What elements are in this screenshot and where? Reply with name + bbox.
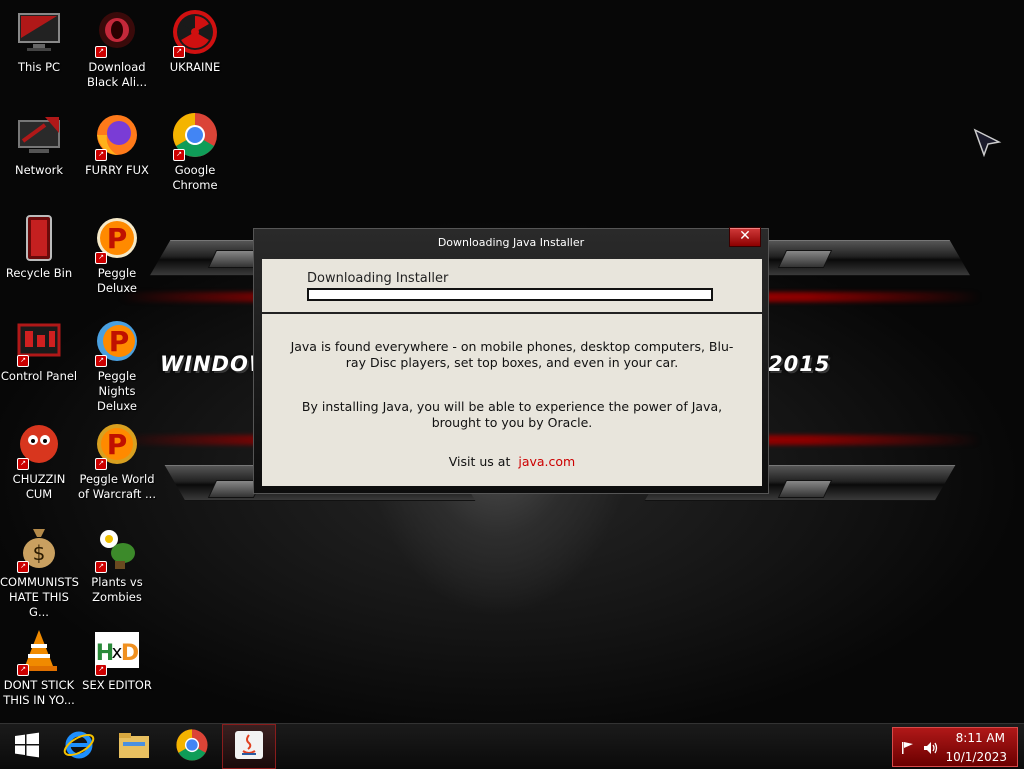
desktop-icon-this-pc[interactable]: This PC — [0, 8, 78, 75]
peggle-icon: P ↗ — [93, 214, 141, 264]
wallpaper-slot — [777, 250, 833, 268]
svg-text:P: P — [109, 325, 130, 358]
desktop-icon-network[interactable]: Network — [0, 111, 78, 178]
peggle-nights-icon: P ↗ — [93, 317, 141, 367]
download-progress-bar — [307, 288, 713, 301]
plants-vs-zombies-icon: ↗ — [93, 523, 141, 573]
svg-text:D: D — [121, 641, 139, 666]
shortcut-arrow-icon: ↗ — [95, 149, 107, 161]
mouse-cursor-icon — [972, 127, 1002, 158]
desktop: WINDOWS 8 2015 This PC Network Recycle B… — [0, 0, 1024, 723]
desktop-icon-chuzzle[interactable]: ↗ CHUZZIN CUM — [0, 420, 78, 502]
desktop-icon-peggle-nights[interactable]: P ↗ Peggle Nights Deluxe — [78, 317, 156, 414]
icon-label: Peggle Nights Deluxe — [97, 369, 137, 413]
speaker-icon[interactable] — [923, 740, 939, 759]
desktop-icon-recycle-bin[interactable]: Recycle Bin — [0, 214, 78, 281]
shortcut-arrow-icon: ↗ — [95, 355, 107, 367]
shortcut-arrow-icon: ↗ — [95, 561, 107, 573]
desktop-icon-communists[interactable]: $ ↗ COMMUNISTS HATE THIS G... — [0, 523, 79, 620]
taskbar: 8:11 AM 10/1/2023 — [0, 723, 1024, 769]
desktop-icon-firefox[interactable]: ↗ FURRY FUX — [78, 111, 156, 178]
desktop-icon-peggle-wow[interactable]: P ↗ Peggle World of Warcraft ... — [78, 420, 156, 502]
icon-label: Peggle Deluxe — [97, 266, 137, 295]
desktop-icon-hxd[interactable]: HxD ↗ SEX EDITOR — [78, 626, 156, 693]
svg-text:P: P — [107, 222, 128, 255]
vlc-icon: ↗ — [15, 626, 63, 676]
alien-download-icon: ↗ — [93, 8, 141, 58]
dialog-divider — [262, 312, 762, 314]
desktop-icon-download-black-alien[interactable]: ↗ Download Black Ali... — [78, 8, 156, 90]
icon-label: SEX EDITOR — [82, 678, 152, 692]
chuzzle-icon: ↗ — [15, 420, 63, 470]
desktop-icon-peggle-deluxe[interactable]: P ↗ Peggle Deluxe — [78, 214, 156, 296]
shortcut-arrow-icon: ↗ — [95, 664, 107, 676]
desktop-icon-vlc[interactable]: ↗ DONT STICK THIS IN YO... — [0, 626, 78, 708]
shortcut-arrow-icon: ↗ — [17, 355, 29, 367]
folder-icon — [117, 728, 151, 766]
desktop-icon-ukraine[interactable]: ↗ UKRAINE — [156, 8, 234, 75]
taskbar-internet-explorer[interactable] — [52, 724, 106, 769]
progress-label: Downloading Installer — [307, 271, 449, 286]
this-pc-icon — [15, 8, 63, 56]
recycle-bin-icon — [15, 214, 63, 262]
icon-label: Network — [14, 163, 64, 177]
peggle-wow-icon: P ↗ — [93, 420, 141, 470]
flag-icon[interactable] — [901, 740, 915, 759]
clock-time[interactable]: 8:11 AM — [956, 731, 1005, 745]
ie-icon — [62, 728, 96, 766]
icon-label: Download Black Ali... — [87, 60, 147, 89]
svg-text:P: P — [107, 428, 128, 461]
dialog-body: Downloading Installer Java is found ever… — [262, 259, 762, 486]
taskbar-file-explorer[interactable] — [107, 724, 161, 769]
dialog-title: Downloading Java Installer — [437, 236, 585, 249]
icon-label: Peggle World of Warcraft ... — [78, 472, 156, 501]
clock-date[interactable]: 10/1/2023 — [945, 750, 1007, 764]
start-button[interactable] — [0, 724, 54, 769]
network-icon — [15, 111, 63, 159]
icon-label: Control Panel — [0, 369, 78, 383]
shortcut-arrow-icon: ↗ — [173, 149, 185, 161]
desktop-icon-plants-vs-zombies[interactable]: ↗ Plants vs Zombies — [78, 523, 156, 605]
shortcut-arrow-icon: ↗ — [173, 46, 185, 58]
info-paragraph-1: Java is found everywhere - on mobile pho… — [290, 339, 734, 370]
icon-label: DONT STICK THIS IN YO... — [3, 678, 75, 707]
windows-logo-icon — [14, 732, 40, 762]
icon-label: CHUZZIN CUM — [12, 472, 66, 501]
icon-label: COMMUNISTS HATE THIS G... — [0, 575, 79, 619]
close-button[interactable]: ✕ — [729, 227, 761, 247]
money-bag-icon: $ ↗ — [15, 523, 63, 573]
taskbar-chrome[interactable] — [165, 724, 219, 769]
desktop-icon-google-chrome[interactable]: ↗ Google Chrome — [156, 111, 234, 193]
icon-label: UKRAINE — [169, 60, 221, 74]
chrome-icon: ↗ — [171, 111, 219, 161]
icon-label: This PC — [17, 60, 61, 74]
icon-label: FURRY FUX — [85, 163, 149, 177]
java-installer-dialog: Downloading Java Installer ✕ Downloading… — [253, 227, 769, 494]
radiation-icon: ↗ — [171, 8, 219, 58]
java-icon — [233, 729, 265, 765]
info-paragraph-2: By installing Java, you will be able to … — [301, 399, 723, 430]
taskbar-java[interactable] — [222, 724, 276, 769]
icon-label: Recycle Bin — [5, 266, 73, 280]
shortcut-arrow-icon: ↗ — [95, 46, 107, 58]
hxd-icon: HxD ↗ — [93, 626, 141, 676]
chrome-icon — [175, 728, 209, 766]
system-tray: 8:11 AM 10/1/2023 — [892, 727, 1018, 767]
wallpaper-text-right: 2015 — [768, 352, 831, 376]
shortcut-arrow-icon: ↗ — [17, 458, 29, 470]
shortcut-arrow-icon: ↗ — [95, 252, 107, 264]
visit-text: Visit us at — [448, 454, 511, 469]
desktop-icon-control-panel[interactable]: ↗ Control Panel — [0, 317, 78, 384]
visit-line: Visit us at java.com — [262, 454, 762, 469]
java-link[interactable]: java.com — [518, 454, 575, 469]
firefox-icon: ↗ — [93, 111, 141, 161]
shortcut-arrow-icon: ↗ — [17, 561, 29, 573]
svg-text:$: $ — [33, 541, 46, 565]
wallpaper-slot — [777, 480, 833, 498]
icon-label: Google Chrome — [172, 163, 218, 192]
icon-label: Plants vs Zombies — [91, 575, 143, 604]
shortcut-arrow-icon: ↗ — [17, 664, 29, 676]
shortcut-arrow-icon: ↗ — [95, 458, 107, 470]
control-panel-icon: ↗ — [15, 317, 63, 367]
